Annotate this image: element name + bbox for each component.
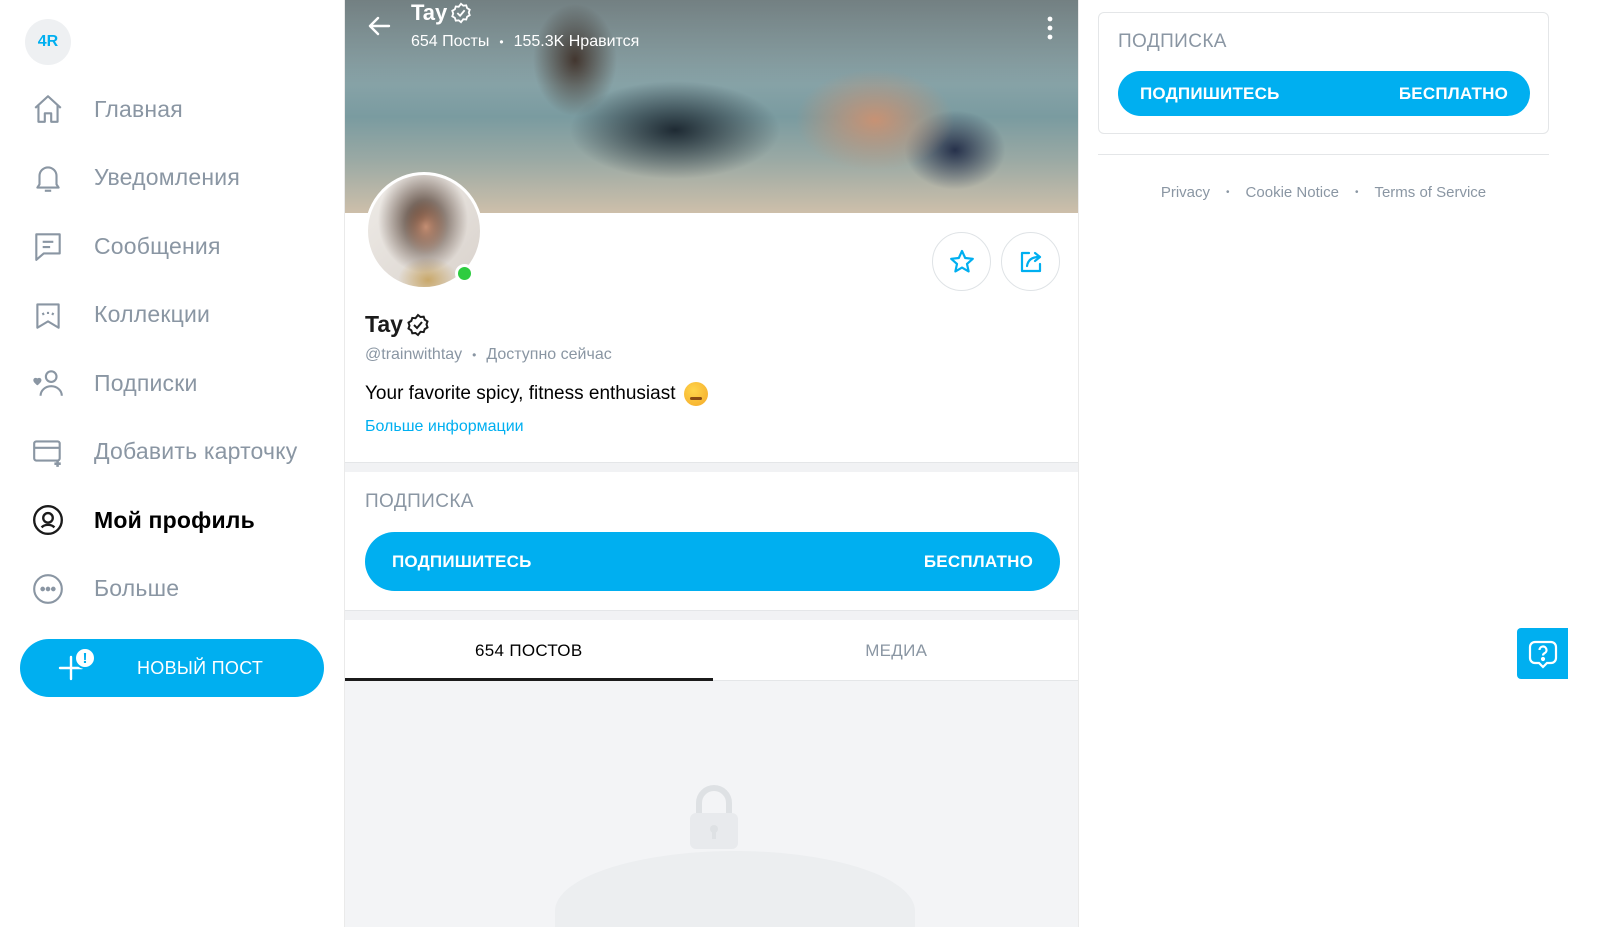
profile-tabs: 654 ПОСТОВ МЕДИА bbox=[345, 621, 1079, 681]
sidebar-item-notifications[interactable]: Уведомления bbox=[0, 144, 344, 213]
back-arrow-icon[interactable] bbox=[365, 12, 393, 40]
profile-icon bbox=[30, 502, 66, 538]
likes-count: 155.3K Нравится bbox=[513, 33, 640, 50]
sidebar-item-add-card[interactable]: Добавить карточку bbox=[0, 418, 344, 487]
user-avatar[interactable]: 4R bbox=[25, 19, 71, 65]
cover-stats: 654 Посты • 155.3K Нравится bbox=[411, 33, 639, 51]
new-post-label: НОВЫЙ ПОСТ bbox=[137, 658, 264, 678]
separator-dot: • bbox=[1354, 187, 1359, 198]
cover-profile-name: Tay bbox=[411, 0, 472, 26]
more-icon bbox=[30, 571, 66, 607]
profile-bio: Your favorite spicy, fitness enthusiast bbox=[365, 382, 708, 406]
help-button[interactable] bbox=[1517, 628, 1568, 679]
profile-handle: @trainwithtay bbox=[365, 346, 463, 363]
separator-dot: • bbox=[499, 35, 504, 49]
sidebar-item-label: Добавить карточку bbox=[94, 438, 298, 465]
smirk-emoji-icon bbox=[683, 382, 708, 406]
separator-dot: • bbox=[1226, 187, 1230, 198]
divider bbox=[1098, 154, 1549, 155]
kebab-menu-icon[interactable] bbox=[1038, 14, 1062, 42]
share-button[interactable] bbox=[1001, 232, 1060, 291]
share-icon bbox=[1020, 251, 1041, 272]
sidebar-item-label: Мой профиль bbox=[94, 506, 255, 533]
sidebar-item-label: Подписки bbox=[94, 369, 198, 396]
bio-text: Your favorite spicy, fitness enthusiast bbox=[365, 383, 676, 404]
profile-name: Tay bbox=[365, 311, 430, 338]
subscription-title: ПОДПИСКА bbox=[365, 491, 474, 512]
subscribe-label: ПОДПИШИТЕСЬ bbox=[1140, 83, 1280, 103]
subscribe-button-sidebar[interactable]: ПОДПИШИТЕСЬ БЕСПЛАТНО bbox=[1118, 71, 1530, 116]
subscribe-price: БЕСПЛАТНО bbox=[1398, 83, 1508, 103]
sidebar-item-subscriptions[interactable]: Подписки bbox=[0, 349, 344, 418]
subscribe-price: БЕСПЛАТНО bbox=[923, 551, 1033, 571]
sidebar-item-label: Сообщения bbox=[94, 232, 221, 259]
sidebar-item-label: Уведомления bbox=[94, 164, 241, 191]
privacy-link[interactable]: Privacy bbox=[1161, 184, 1210, 201]
verified-icon bbox=[407, 313, 429, 336]
favorite-button[interactable] bbox=[932, 232, 991, 291]
profile-handle-row: @trainwithtay • Доступно сейчас bbox=[365, 346, 612, 364]
sidebar-nav: Главная Уведомления Сообщения Коллекции … bbox=[0, 75, 344, 623]
message-icon bbox=[30, 228, 66, 264]
separator-dot: • bbox=[472, 348, 477, 362]
collections-icon bbox=[30, 297, 66, 333]
sidebar-item-label: Больше bbox=[94, 575, 180, 602]
bell-icon bbox=[30, 160, 66, 196]
sidebar-item-home[interactable]: Главная bbox=[0, 75, 344, 144]
sidebar-item-my-profile[interactable]: Мой профиль bbox=[0, 486, 344, 555]
subscriptions-icon bbox=[30, 365, 66, 401]
posts-count: 654 Посты bbox=[411, 33, 490, 50]
verified-icon bbox=[451, 2, 472, 24]
help-icon bbox=[1528, 640, 1557, 669]
locked-placeholder-shape bbox=[555, 851, 915, 927]
sidebar-item-more[interactable]: Больше bbox=[0, 555, 344, 624]
sidebar-item-label: Коллекции bbox=[94, 301, 211, 328]
subscribe-button[interactable]: ПОДПИШИТЕСЬ БЕСПЛАТНО bbox=[365, 532, 1060, 591]
lock-icon bbox=[690, 785, 738, 849]
cover-name-text: Tay bbox=[411, 0, 448, 25]
cookie-notice-link[interactable]: Cookie Notice bbox=[1246, 184, 1339, 201]
home-icon bbox=[30, 91, 66, 127]
add-card-icon bbox=[30, 434, 66, 470]
sidebar-item-label: Главная bbox=[94, 95, 183, 122]
online-status-dot bbox=[455, 264, 474, 283]
profile-main: Tay 654 Посты • 155.3K Нравится Tay @tra… bbox=[344, 0, 1079, 927]
subscription-card-title: ПОДПИСКА bbox=[1118, 31, 1227, 52]
locked-content-area bbox=[345, 681, 1078, 927]
subscribe-label: ПОДПИШИТЕСЬ bbox=[392, 551, 532, 571]
availability-status: Доступно сейчас bbox=[486, 346, 612, 363]
sidebar: 4R Главная Уведомления Сообщения Коллекц… bbox=[0, 0, 344, 927]
subscription-card: ПОДПИСКА ПОДПИШИТЕСЬ БЕСПЛАТНО bbox=[1098, 12, 1549, 134]
sidebar-item-messages[interactable]: Сообщения bbox=[0, 212, 344, 281]
terms-link[interactable]: Terms of Service bbox=[1374, 184, 1486, 201]
alert-badge: ! bbox=[74, 647, 96, 669]
divider bbox=[345, 462, 1078, 472]
sidebar-item-collections[interactable]: Коллекции bbox=[0, 281, 344, 350]
profile-name-text: Tay bbox=[365, 311, 403, 337]
new-post-button[interactable]: ! НОВЫЙ ПОСТ bbox=[20, 639, 324, 697]
divider bbox=[345, 610, 1078, 620]
cover-header: Tay 654 Посты • 155.3K Нравится bbox=[345, 0, 1078, 60]
tab-posts[interactable]: 654 ПОСТОВ bbox=[345, 621, 713, 681]
star-icon bbox=[949, 249, 974, 272]
tab-media[interactable]: МЕДИА bbox=[713, 621, 1079, 680]
more-info-link[interactable]: Больше информации bbox=[365, 418, 524, 436]
footer-links: Privacy • Cookie Notice • Terms of Servi… bbox=[1098, 184, 1549, 201]
